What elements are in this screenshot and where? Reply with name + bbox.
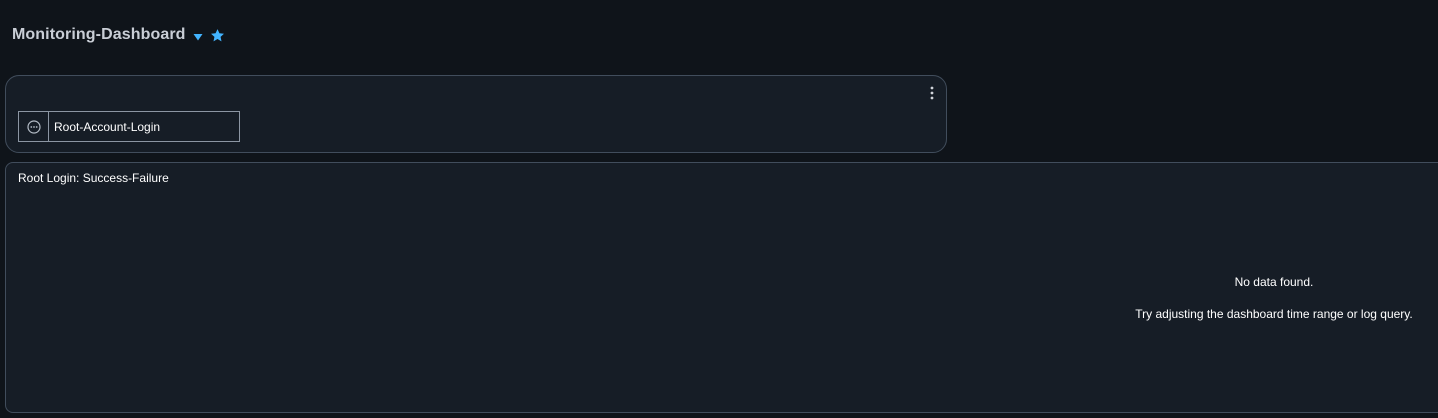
caret-down-icon[interactable]: [193, 33, 203, 41]
alarm-status-widget: Root-Account-Login: [5, 75, 947, 153]
widget-title: Root Login: Success-Failure: [18, 171, 169, 185]
dashboard-page: Monitoring-Dashboard Root-Account-Login …: [0, 0, 1438, 418]
alarm-label: Root-Account-Login: [54, 119, 161, 134]
star-icon[interactable]: [210, 28, 225, 43]
empty-state-hint: Try adjusting the dashboard time range o…: [1135, 307, 1413, 321]
more-vertical-icon[interactable]: [927, 84, 937, 102]
alarm-item-root-account-login[interactable]: Root-Account-Login: [18, 111, 240, 142]
log-query-widget: Root Login: Success-Failure No data foun…: [5, 162, 1438, 413]
dashboard-title: Monitoring-Dashboard: [12, 26, 186, 43]
insufficient-data-icon: [19, 112, 49, 141]
empty-state-title: No data found.: [1234, 275, 1314, 289]
dashboard-header: Monitoring-Dashboard: [12, 24, 225, 46]
